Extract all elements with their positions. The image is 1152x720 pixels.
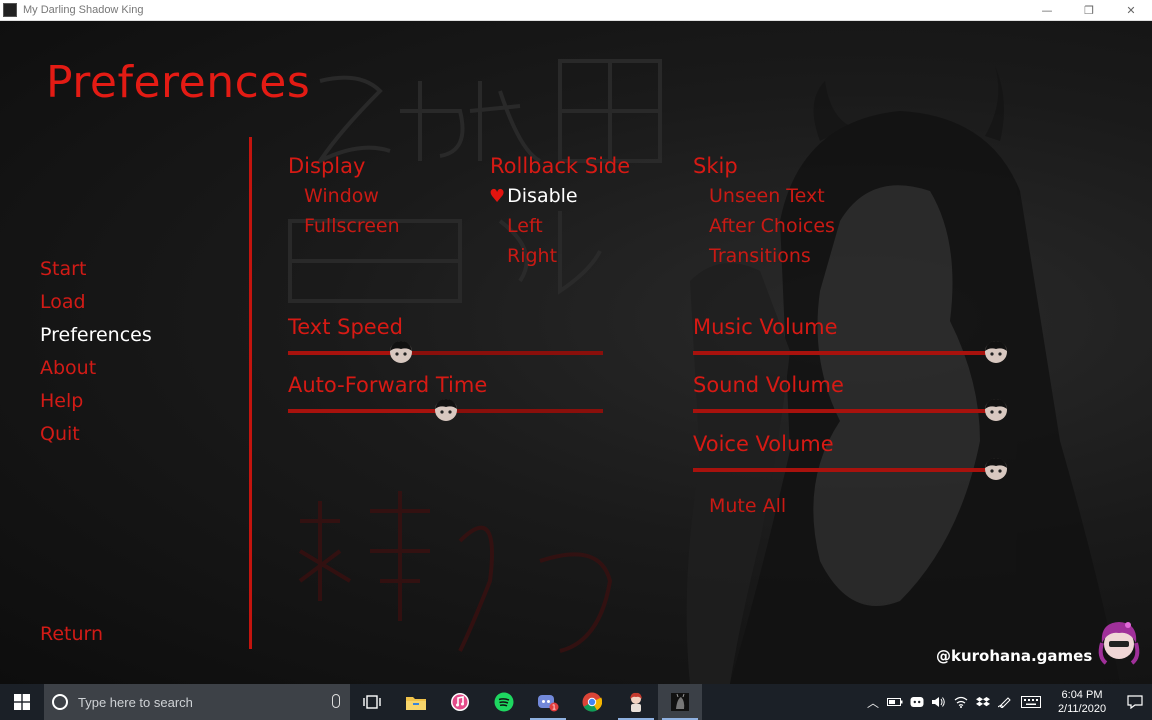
chrome-icon (582, 692, 602, 712)
nav-about[interactable]: About (40, 357, 96, 379)
studio-watermark: @kurohana.games (936, 647, 1093, 665)
game-character-button[interactable] (614, 684, 658, 720)
voice-volume-label: Voice Volume (693, 432, 834, 456)
windows-logo-icon (14, 694, 30, 710)
nav-load[interactable]: Load (40, 291, 86, 313)
notification-center-button[interactable] (1118, 684, 1152, 720)
page-title: Preferences (46, 57, 311, 108)
display-fullscreen-option[interactable]: Fullscreen (304, 215, 400, 237)
discord-icon: 1 (538, 695, 559, 712)
clock-date: 2/11/2020 (1057, 703, 1107, 715)
skip-transitions-option[interactable]: Transitions (709, 245, 811, 267)
window-title: My Darling Shadow King (23, 4, 144, 16)
text-speed-label: Text Speed (288, 315, 403, 339)
search-input[interactable] (78, 694, 318, 710)
mascot-logo-icon (1098, 622, 1140, 665)
auto-forward-label: Auto-Forward Time (288, 373, 488, 397)
rollback-right-option[interactable]: Right (507, 245, 557, 267)
heart-icon: ♥ (489, 186, 506, 207)
chevron-up-icon[interactable]: ︿ (862, 684, 884, 720)
game-app-icon (3, 3, 17, 17)
game-window-icon (671, 693, 689, 711)
close-button[interactable]: ✕ (1110, 0, 1152, 21)
skip-after-choices-option[interactable]: After Choices (709, 215, 835, 237)
discord-badge: 1 (552, 704, 556, 712)
pen-ink-icon[interactable] (994, 684, 1016, 720)
wifi-icon[interactable] (950, 684, 972, 720)
slider-thumb-icon[interactable] (984, 340, 1008, 364)
discord-button[interactable]: 1 (526, 684, 570, 720)
minimize-button[interactable]: — (1026, 0, 1068, 21)
microphone-icon[interactable] (332, 694, 340, 708)
taskbar-search[interactable] (44, 684, 350, 720)
sound-volume-slider[interactable] (693, 399, 1007, 421)
chrome-button[interactable] (570, 684, 614, 720)
skip-heading: Skip (693, 154, 738, 178)
game-window-button[interactable] (658, 684, 702, 720)
itunes-icon (451, 693, 469, 711)
skip-unseen-text-option[interactable]: Unseen Text (709, 185, 825, 207)
music-volume-slider[interactable] (693, 341, 1007, 363)
clock-time: 6:04 PM (1061, 689, 1103, 701)
start-button[interactable] (0, 684, 44, 720)
sound-volume-label: Sound Volume (693, 373, 844, 397)
itunes-button[interactable] (438, 684, 482, 720)
dropbox-icon[interactable] (972, 684, 994, 720)
nav-preferences[interactable]: Preferences (40, 324, 152, 346)
slider-thumb-icon[interactable] (984, 398, 1008, 422)
auto-forward-slider[interactable] (288, 399, 603, 421)
voice-volume-slider[interactable] (693, 458, 1007, 480)
taskbar-clock[interactable]: 6:04 PM 2/11/2020 (1046, 688, 1118, 716)
game-character-icon (630, 692, 642, 712)
windows-taskbar: 1 ︿ 6:04 PM 2/11/202 (0, 684, 1152, 720)
task-view-button[interactable] (350, 684, 394, 720)
task-view-icon (363, 695, 381, 709)
spotify-icon (494, 692, 514, 712)
nav-help[interactable]: Help (40, 390, 83, 412)
slider-thumb-icon[interactable] (984, 457, 1008, 481)
rollback-left-option[interactable]: Left (507, 215, 543, 237)
text-speed-slider[interactable] (288, 341, 603, 363)
keyboard-icon[interactable] (1016, 684, 1046, 720)
battery-icon[interactable] (884, 684, 906, 720)
slider-thumb-icon[interactable] (389, 340, 413, 364)
cortana-icon (52, 694, 68, 710)
rollback-heading: Rollback Side (490, 154, 631, 178)
slider-thumb-icon[interactable] (434, 398, 458, 422)
display-window-option[interactable]: Window (304, 185, 379, 207)
game-screen: Preferences Start Load Preferences About… (0, 21, 1152, 684)
file-explorer-button[interactable] (394, 684, 438, 720)
music-volume-label: Music Volume (693, 315, 838, 339)
system-tray: ︿ 6:04 PM 2/11/2020 (862, 684, 1152, 720)
nav-start[interactable]: Start (40, 258, 86, 280)
file-explorer-icon (406, 697, 426, 710)
rollback-disable-option[interactable]: ♥ Disable (489, 185, 578, 207)
discord-tray-icon[interactable] (906, 684, 928, 720)
return-button[interactable]: Return (40, 623, 103, 645)
speaker-icon[interactable] (928, 684, 950, 720)
rollback-disable-label: Disable (507, 185, 578, 207)
window-titlebar: My Darling Shadow King — ❐ ✕ (0, 0, 1152, 21)
notification-icon (1127, 695, 1143, 709)
mute-all-option[interactable]: Mute All (709, 495, 786, 517)
nav-quit[interactable]: Quit (40, 423, 80, 445)
spotify-button[interactable] (482, 684, 526, 720)
menu-divider (249, 137, 252, 649)
restore-button[interactable]: ❐ (1068, 0, 1110, 21)
display-heading: Display (288, 154, 366, 178)
